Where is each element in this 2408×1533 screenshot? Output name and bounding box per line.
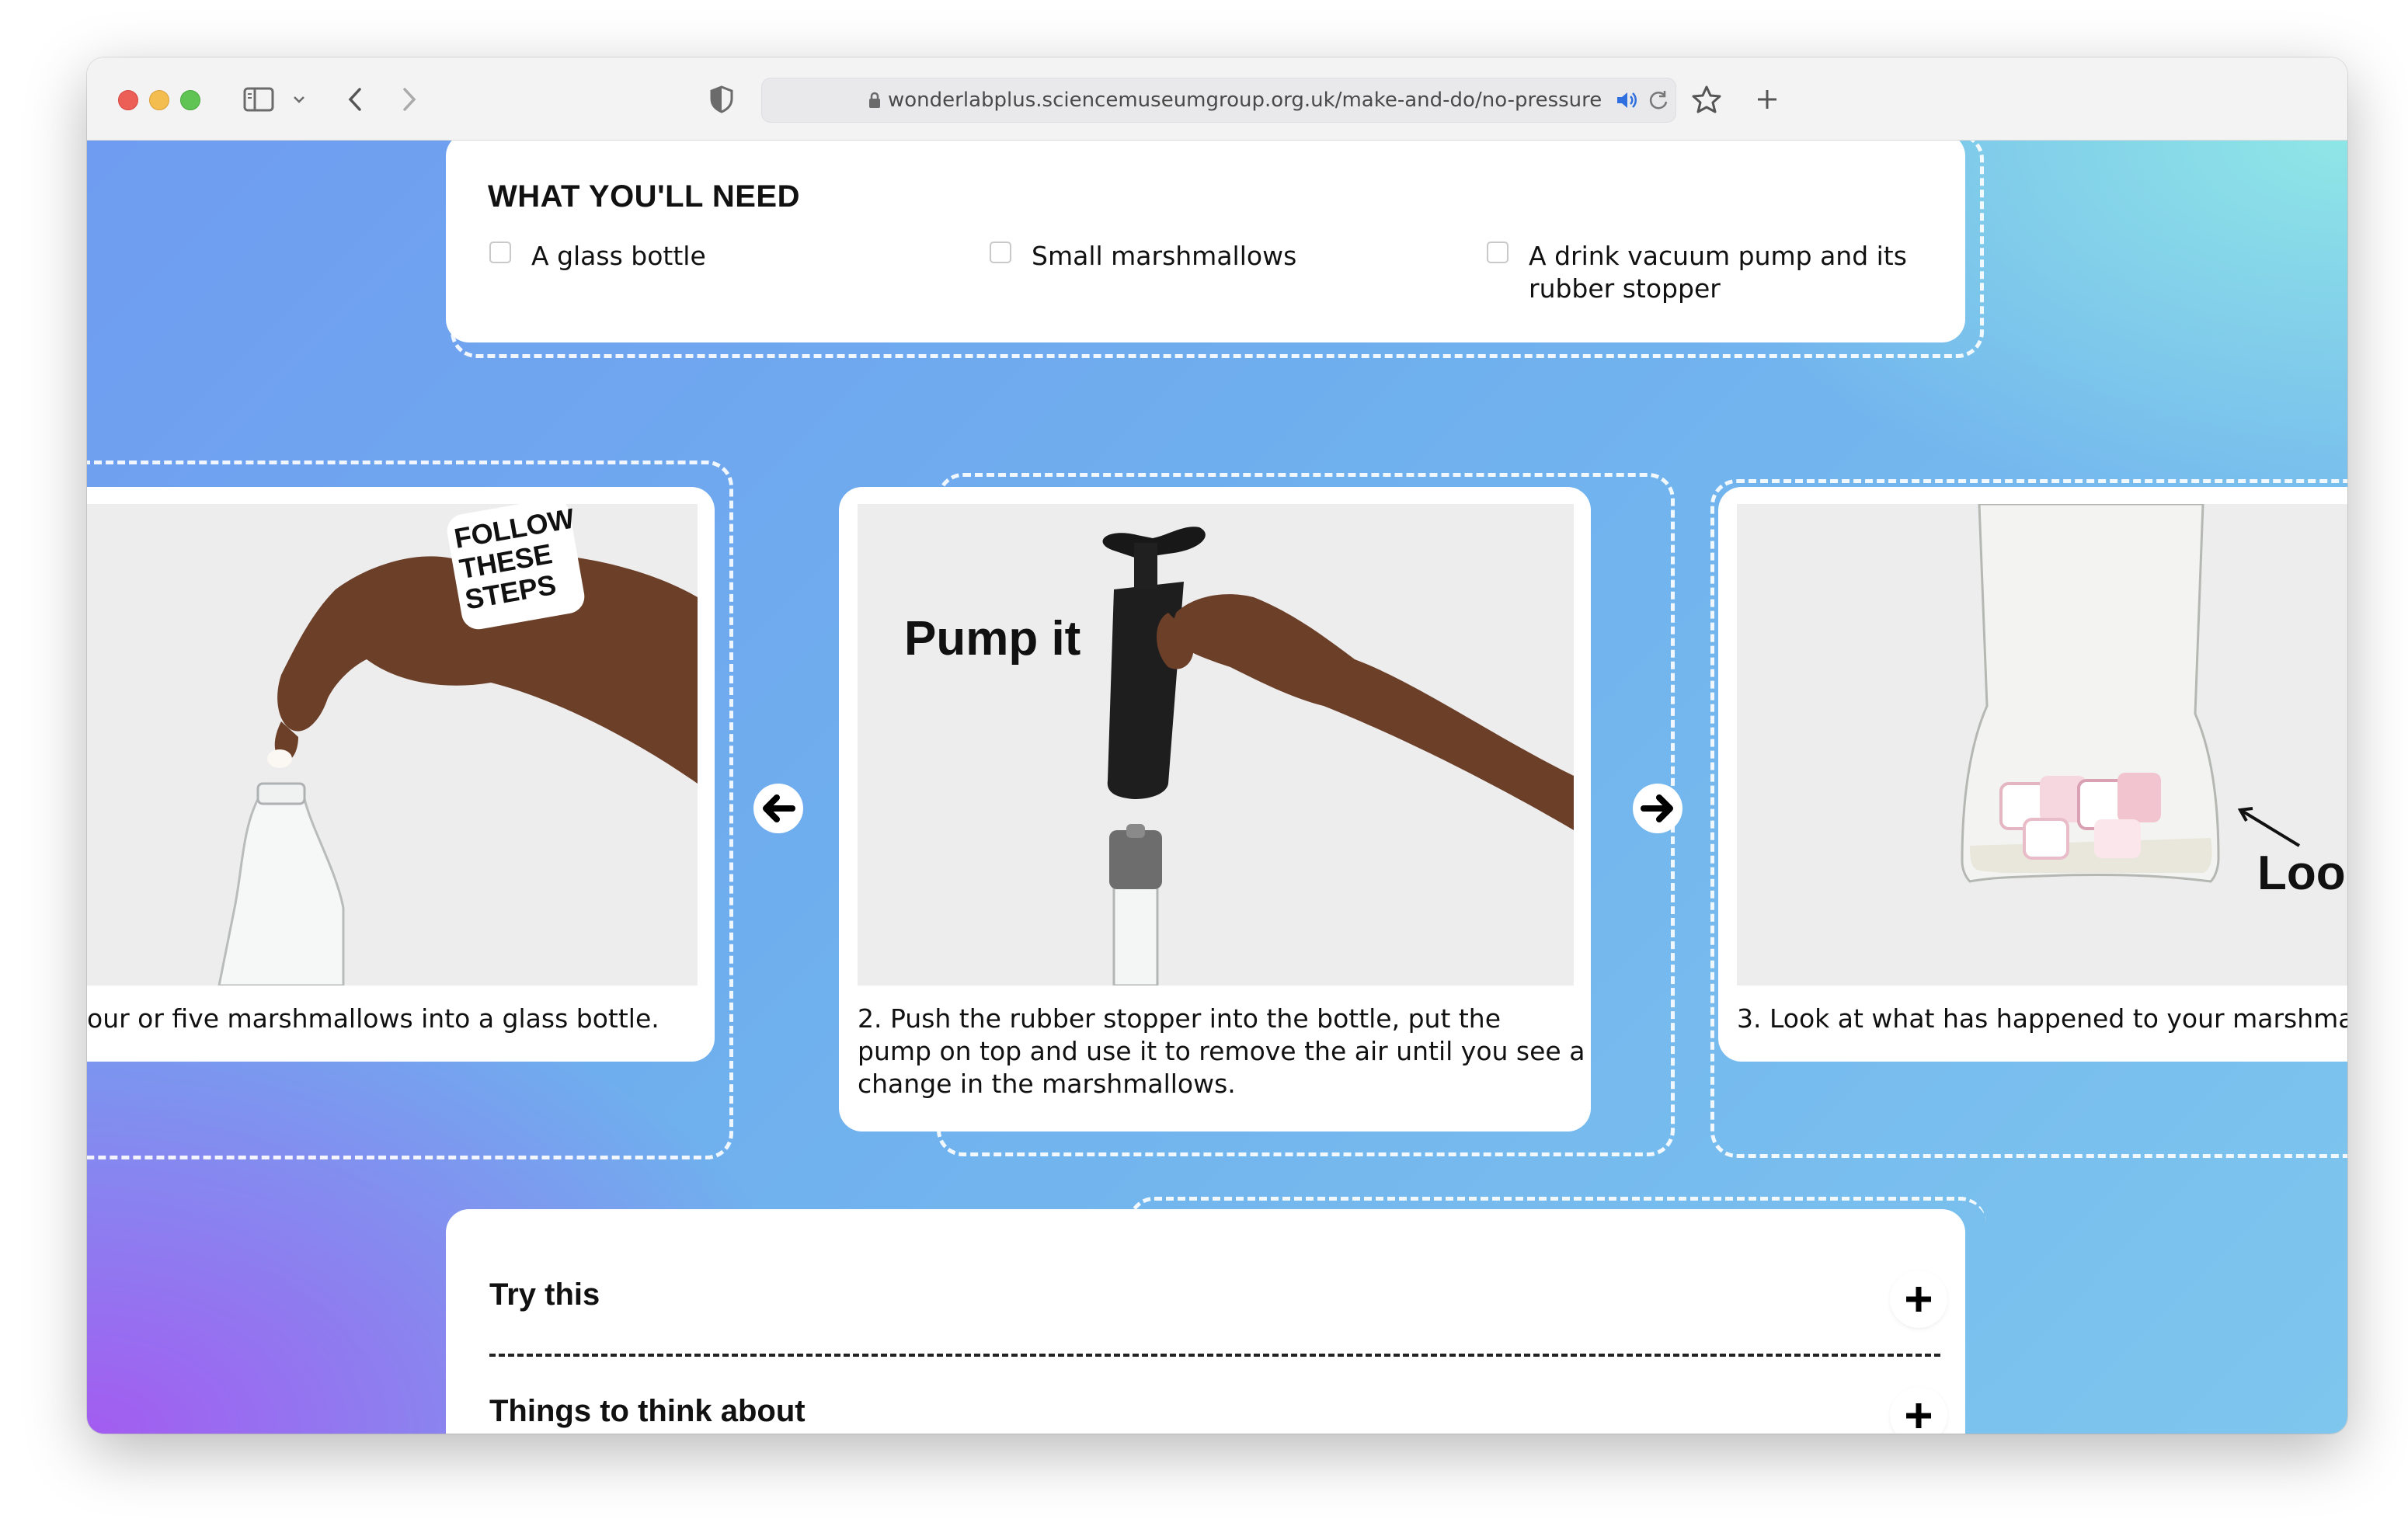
step-photo-3: Look bbox=[1737, 504, 2347, 985]
new-tab-icon[interactable] bbox=[1748, 78, 1787, 121]
expand-plus-icon[interactable] bbox=[1892, 1273, 1945, 1326]
step-card-3: Look 3. Look at what has happened to you… bbox=[1718, 487, 2347, 1062]
address-bar[interactable]: wonderlabplus.sciencemuseumgroup.org.uk/… bbox=[761, 78, 1676, 123]
audio-playing-icon[interactable] bbox=[1615, 90, 1638, 113]
forward-icon[interactable] bbox=[390, 78, 429, 121]
chevron-down-icon[interactable] bbox=[287, 78, 311, 121]
privacy-shield-icon[interactable] bbox=[704, 78, 739, 121]
step-photo-caption: Look bbox=[2257, 846, 2347, 900]
step-card-2: Pump it 2. Push the rubber stopper into … bbox=[839, 487, 1591, 1132]
previous-step-button[interactable] bbox=[753, 784, 803, 833]
need-checkbox[interactable] bbox=[990, 242, 1011, 263]
need-item[interactable]: A glass bottle bbox=[489, 240, 706, 273]
step-text-1: our or five marshmallows into a glass bo… bbox=[87, 1003, 659, 1034]
bookmark-star-icon[interactable] bbox=[1687, 78, 1726, 121]
url-text: wonderlabplus.sciencemuseumgroup.org.uk/… bbox=[888, 89, 1602, 112]
next-step-button[interactable] bbox=[1633, 784, 1682, 833]
browser-window: wonderlabplus.sciencemuseumgroup.org.uk/… bbox=[87, 57, 2347, 1434]
follow-these-steps-sticker: FOLLOW THESE STEPS bbox=[444, 495, 587, 632]
accordion-card: Try this Things to think about bbox=[446, 1209, 1965, 1434]
step-photo-1 bbox=[87, 504, 698, 985]
need-label-line: rubber stopper bbox=[1529, 273, 1721, 304]
back-icon[interactable] bbox=[336, 78, 374, 121]
step-photo-caption: Pump it bbox=[904, 612, 1081, 666]
step-text-3: 3. Look at what has happened to your mar… bbox=[1737, 1003, 2347, 1034]
accordion-item-try-this[interactable]: Try this bbox=[489, 1240, 1945, 1357]
need-label: A glass bottle bbox=[531, 241, 706, 271]
accordion-label: Things to think about bbox=[489, 1394, 806, 1428]
step-text-2: 2. Push the rubber stopper into the bott… bbox=[858, 1003, 1585, 1100]
reload-icon[interactable] bbox=[1648, 89, 1669, 114]
arrow-left-icon bbox=[763, 794, 795, 822]
arrow-right-icon bbox=[1641, 794, 1673, 822]
accordion-label: Try this bbox=[489, 1278, 600, 1312]
step-card-1: our or five marshmallows into a glass bo… bbox=[87, 487, 715, 1062]
need-checkbox[interactable] bbox=[1487, 242, 1508, 263]
step-text-line: pump on top and use it to remove the air… bbox=[858, 1036, 1585, 1066]
close-window-button[interactable] bbox=[118, 90, 138, 110]
need-item[interactable]: Small marshmallows bbox=[990, 240, 1296, 273]
need-item[interactable]: A drink vacuum pump and its rubber stopp… bbox=[1487, 240, 1907, 305]
lock-icon bbox=[868, 92, 882, 112]
expand-plus-icon[interactable] bbox=[1892, 1389, 1945, 1434]
needs-title: WHAT YOU'LL NEED bbox=[488, 179, 800, 214]
step-text-line: change in the marshmallows. bbox=[858, 1069, 1236, 1099]
page-content: WHAT YOU'LL NEED A glass bottle Small ma… bbox=[87, 141, 2347, 1434]
need-label: A drink vacuum pump and its rubber stopp… bbox=[1529, 240, 1907, 305]
needs-card: WHAT YOU'LL NEED A glass bottle Small ma… bbox=[446, 141, 1965, 342]
minimize-window-button[interactable] bbox=[149, 90, 169, 110]
zoom-window-button[interactable] bbox=[180, 90, 200, 110]
need-label-line: A drink vacuum pump and its bbox=[1529, 241, 1907, 271]
browser-toolbar: wonderlabplus.sciencemuseumgroup.org.uk/… bbox=[87, 57, 2347, 141]
need-checkbox[interactable] bbox=[489, 242, 511, 263]
step-text-line: 2. Push the rubber stopper into the bott… bbox=[858, 1003, 1502, 1034]
step-photo-2: Pump it bbox=[858, 504, 1574, 985]
sidebar-toggle-icon[interactable] bbox=[239, 78, 278, 121]
accordion-item-things-to-think-about[interactable]: Things to think about bbox=[489, 1357, 1945, 1434]
need-label: Small marshmallows bbox=[1032, 241, 1297, 271]
